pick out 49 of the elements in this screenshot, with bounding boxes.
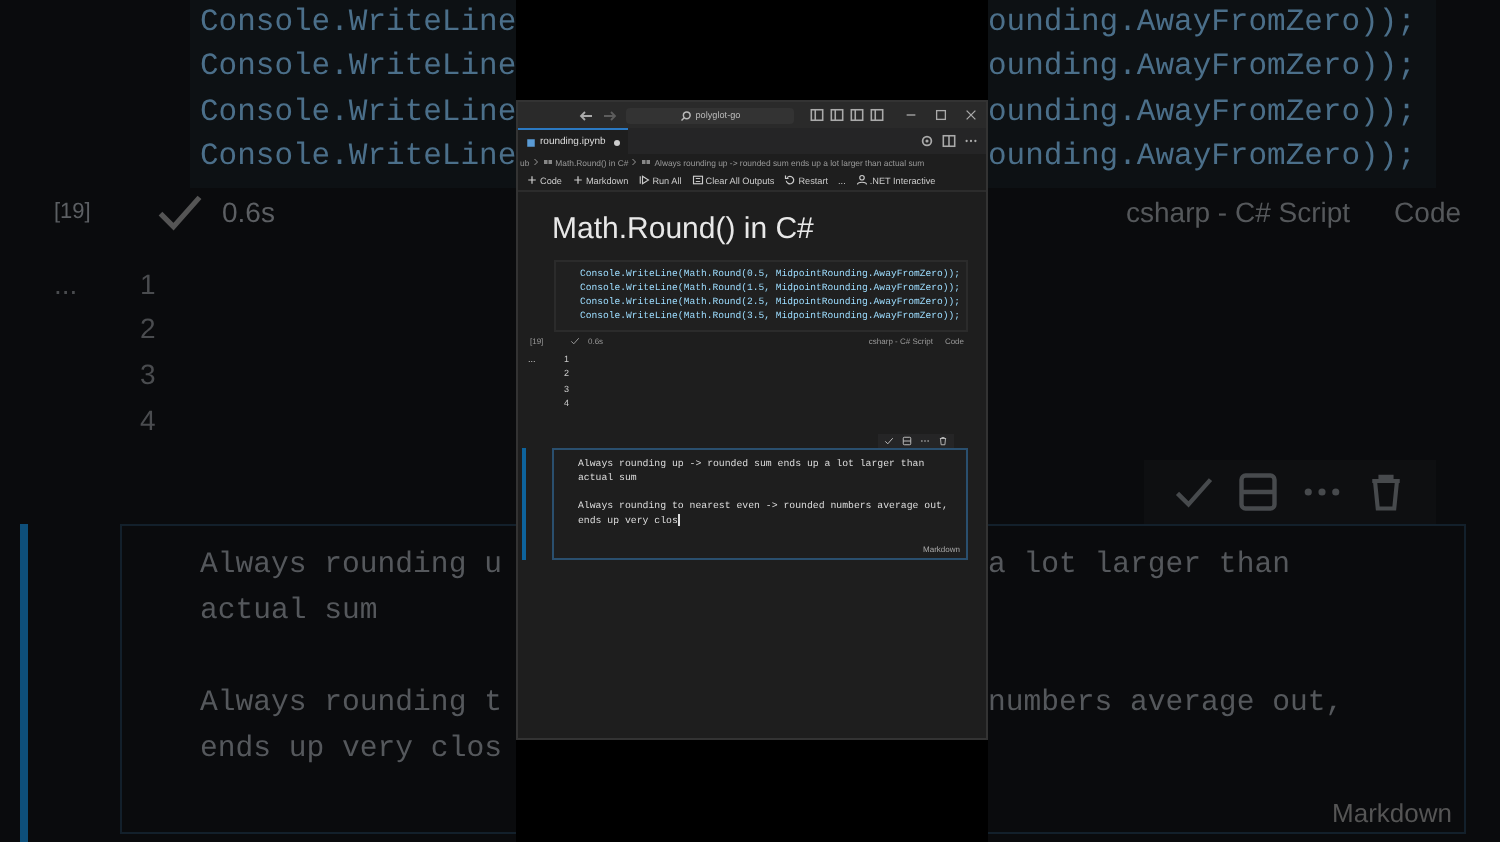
code-line: Console.WriteLine	[200, 2, 516, 44]
notebook-heading: Math.Round() in C#	[550, 210, 816, 250]
run-all-icon	[638, 174, 651, 186]
code-line: Console.WriteLine	[200, 46, 516, 89]
clear-outputs-icon	[691, 174, 704, 186]
trash-icon[interactable]	[938, 436, 948, 446]
restart-icon	[784, 174, 797, 186]
more-icon[interactable]	[964, 134, 978, 148]
chevron-icon	[630, 158, 639, 166]
output-marker: ...	[54, 267, 80, 304]
text-cursor	[677, 514, 679, 526]
customize-layout-icon[interactable]	[870, 108, 884, 122]
code-line: ounding.AwayFromZero));	[988, 136, 1418, 179]
kernel-icon	[855, 174, 868, 186]
split-layout-icon[interactable]	[850, 108, 864, 122]
execution-count: [19]	[54, 199, 93, 224]
output-line: 4	[140, 403, 156, 440]
unsaved-dot	[613, 139, 620, 145]
markdown-text: actual sum	[200, 595, 380, 632]
panel-layout-icon[interactable]	[830, 108, 844, 122]
split-cell-icon[interactable]	[902, 436, 912, 446]
markdown-text: ends up very clos	[200, 733, 504, 770]
plus-icon	[526, 174, 538, 186]
markdown-icon	[541, 158, 554, 166]
markdown-text: a lot larger than	[988, 549, 1292, 586]
sidebar-layout-icon[interactable]	[810, 108, 824, 122]
plus-icon	[571, 174, 584, 186]
code-line: Console.WriteLine	[200, 136, 516, 179]
markdown-text: Always rounding t	[200, 687, 504, 724]
check-icon[interactable]	[884, 436, 894, 446]
back-arrow-icon[interactable]	[578, 107, 594, 123]
code-line: Console.WriteLine	[200, 91, 516, 134]
code-line: ounding.AwayFromZero));	[988, 2, 1418, 44]
markdown-text: Always rounding u	[200, 549, 504, 586]
output-line: 1	[140, 267, 156, 304]
markdown-text: numbers average out,	[988, 687, 1346, 724]
check-icon	[570, 335, 580, 345]
minimize-icon[interactable]	[904, 108, 918, 122]
split-cell-icon[interactable]	[1236, 469, 1280, 514]
output-line: 2	[140, 312, 156, 349]
close-icon[interactable]	[964, 108, 978, 122]
search-icon	[679, 109, 692, 121]
maximize-icon[interactable]	[934, 108, 948, 122]
split-editor-icon[interactable]	[942, 134, 956, 148]
markdown-icon	[640, 158, 653, 166]
code-line: ounding.AwayFromZero));	[988, 46, 1418, 89]
execution-time: 0.6s	[222, 195, 275, 228]
output-line: 3	[140, 358, 156, 394]
code-line: ounding.AwayFromZero));	[988, 91, 1418, 134]
